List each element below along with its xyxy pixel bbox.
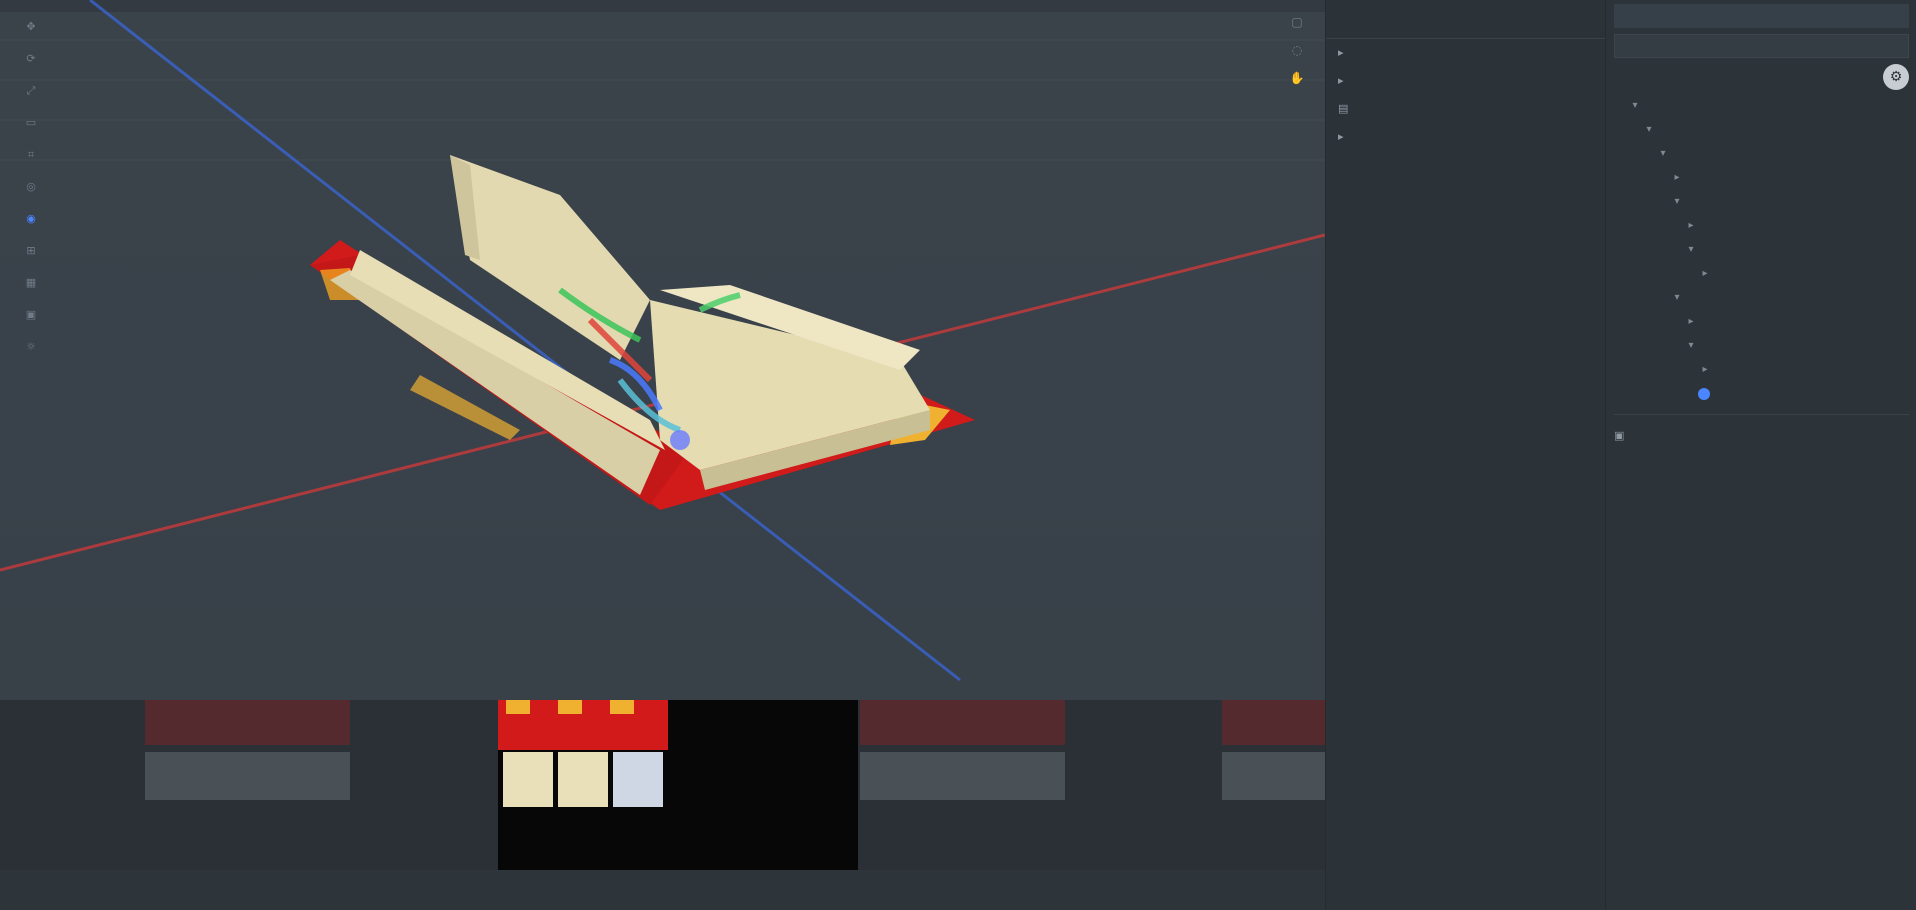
selection-dot-icon <box>1698 388 1710 400</box>
scene-row[interactable]: ▸ <box>1326 123 1606 151</box>
tree-node[interactable]: ▾ <box>1606 142 1916 166</box>
pivot-icon[interactable]: ◎ <box>18 180 44 202</box>
swatch-gold-3 <box>610 700 634 714</box>
scene-panel: ▸ ▸ ▤ ▸ <box>1325 0 1606 910</box>
scene-row[interactable]: ▸ <box>1326 39 1606 67</box>
viewport-tool-column: ✥ ⟳ ⤢ ▭ ⌗ ◎ ◉ ⊞ ▦ ▣ ☼ <box>18 20 44 372</box>
tree-node[interactable]: ▾ <box>1606 118 1916 142</box>
hierarchy-tab[interactable] <box>1614 4 1909 28</box>
scene-canvas[interactable] <box>0 0 1325 700</box>
tree-node-selected[interactable] <box>1606 382 1916 406</box>
hierarchy-header: ⚙ <box>1614 64 1909 90</box>
tree-node[interactable]: ▸ <box>1606 310 1916 334</box>
tree-node[interactable]: ▾ <box>1606 94 1916 118</box>
chevron-right-icon: ▸ <box>1338 74 1344 87</box>
light-icon[interactable]: ☼ <box>18 340 44 362</box>
chevron-down-icon: ▾ <box>1688 244 1694 255</box>
scene-row[interactable]: ▸ <box>1326 67 1606 95</box>
hierarchy-tree: ▾ ▾ ▾ ▸ ▾ ▸ ▾ ▸ ▾ ▸ ▾ ▸ <box>1606 94 1916 406</box>
chevron-right-icon: ▸ <box>1338 46 1344 59</box>
folder-icon: ▣ <box>1614 428 1625 442</box>
tree-node[interactable]: ▾ <box>1606 190 1916 214</box>
tree-node[interactable]: ▸ <box>1606 358 1916 382</box>
hierarchy-footer[interactable]: ▣ <box>1614 423 1909 447</box>
chevron-down-icon: ▾ <box>1632 100 1638 111</box>
frame-icon[interactable]: ⌗ <box>18 148 44 170</box>
chevron-right-icon: ▸ <box>1688 220 1694 231</box>
scene-panel-header <box>1326 0 1606 39</box>
chevron-down-icon: ▾ <box>1660 148 1666 159</box>
chevron-down-icon: ▾ <box>1688 340 1694 351</box>
thumb-4[interactable] <box>1222 700 1325 870</box>
layer-icon: ▤ <box>1338 102 1349 115</box>
snap-icon[interactable]: ⊞ <box>18 244 44 266</box>
swatch-gold-1 <box>506 700 530 714</box>
tree-node[interactable]: ▸ <box>1606 166 1916 190</box>
rotate-icon[interactable]: ⟳ <box>18 52 44 74</box>
camera-icon[interactable]: ▣ <box>18 308 44 330</box>
move-icon[interactable]: ✥ <box>18 20 44 42</box>
grid-icon[interactable]: ▦ <box>18 276 44 298</box>
gear-icon[interactable]: ⚙ <box>1883 64 1909 90</box>
hierarchy-panel: ⚙ ▾ ▾ ▾ ▸ ▾ ▸ ▾ ▸ ▾ ▸ ▾ ▸ ▣ <box>1605 0 1916 910</box>
chevron-right-icon: ▸ <box>1702 364 1708 375</box>
texture-strip <box>0 700 1325 870</box>
pan-icon[interactable]: ✋ <box>1287 71 1307 85</box>
divider <box>1614 414 1909 415</box>
tree-node[interactable]: ▾ <box>1606 334 1916 358</box>
chevron-down-icon: ▾ <box>1646 124 1652 135</box>
tree-node[interactable]: ▸ <box>1606 262 1916 286</box>
perspective-icon[interactable]: ▢ <box>1287 15 1307 29</box>
scene-viewport[interactable]: ✥ ⟳ ⤢ ▭ ⌗ ◎ ◉ ⊞ ▦ ▣ ☼ ▢ ◌ ✋ <box>0 0 1325 700</box>
global-icon[interactable]: ◉ <box>18 212 44 234</box>
status-bar <box>0 870 1325 910</box>
chevron-right-icon: ▸ <box>1338 130 1344 143</box>
scene-row[interactable]: ▤ <box>1326 95 1606 123</box>
viewport-nav-column: ▢ ◌ ✋ <box>1287 15 1307 99</box>
thumb-2[interactable] <box>498 700 858 870</box>
thumb-1[interactable] <box>145 700 350 870</box>
chevron-down-icon: ▾ <box>1674 196 1680 207</box>
chevron-right-icon: ▸ <box>1688 316 1694 327</box>
hierarchy-filter-input[interactable] <box>1614 34 1909 58</box>
chevron-right-icon: ▸ <box>1702 268 1708 279</box>
thumb-3[interactable] <box>860 700 1065 870</box>
orbit-icon[interactable]: ◌ <box>1287 43 1307 57</box>
chevron-down-icon: ▾ <box>1674 292 1680 303</box>
rect-icon[interactable]: ▭ <box>18 116 44 138</box>
tree-node[interactable]: ▸ <box>1606 214 1916 238</box>
chevron-right-icon: ▸ <box>1674 172 1680 183</box>
swatch-gold-2 <box>558 700 582 714</box>
tree-node[interactable]: ▾ <box>1606 238 1916 262</box>
tree-node[interactable]: ▾ <box>1606 286 1916 310</box>
scale-icon[interactable]: ⤢ <box>18 84 44 106</box>
book-model[interactable] <box>310 155 975 510</box>
